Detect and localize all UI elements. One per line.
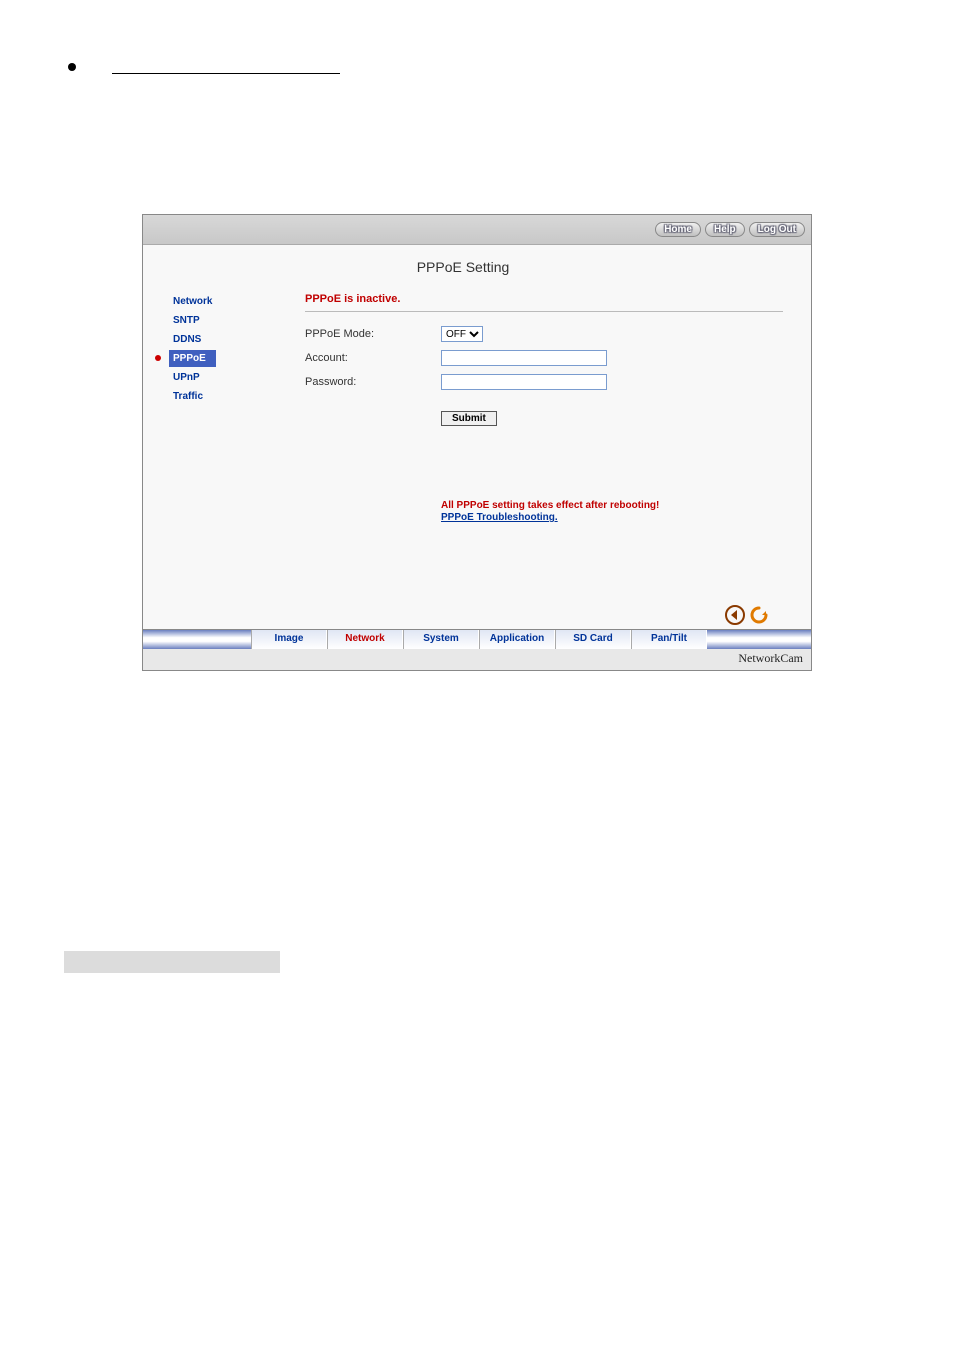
sidebar-item-pppoe[interactable]: PPPoE [169, 350, 216, 367]
password-input[interactable] [441, 374, 607, 390]
home-button[interactable]: Home [655, 222, 701, 237]
reboot-warning: All PPPoE setting takes effect after reb… [441, 500, 783, 511]
sidebar-item-traffic[interactable]: Traffic [169, 388, 305, 405]
refresh-icon[interactable] [749, 605, 769, 625]
submit-button[interactable]: Submit [441, 411, 497, 426]
tab-sdcard[interactable]: SD Card [555, 630, 631, 649]
heading-underline [112, 60, 340, 74]
logout-button[interactable]: Log Out [749, 222, 805, 237]
troubleshooting-link[interactable]: PPPoE Troubleshooting. [441, 512, 558, 523]
doc-bullet-heading [68, 60, 954, 74]
account-input[interactable] [441, 350, 607, 366]
tab-system[interactable]: System [403, 630, 479, 649]
help-button[interactable]: Help [705, 222, 745, 237]
tab-application[interactable]: Application [479, 630, 555, 649]
page-title: PPPoE Setting [143, 259, 783, 275]
sidebar-nav: Network SNTP DDNS PPPoE UPnP Traffic [143, 289, 305, 523]
top-bar: Home Help Log Out [143, 215, 811, 245]
sidebar-item-ddns[interactable]: DDNS [169, 331, 305, 348]
tab-pantilt[interactable]: Pan/Tilt [631, 630, 707, 649]
separator [305, 311, 783, 312]
password-label: Password: [305, 376, 441, 388]
bullet-dot-icon [68, 63, 76, 71]
brand-label: NetworkCam [143, 649, 811, 670]
pppoe-mode-select[interactable]: OFF [441, 326, 483, 342]
back-icon[interactable] [725, 605, 745, 625]
screenshot-window: Home Help Log Out PPPoE Setting Network … [142, 214, 812, 671]
pppoe-mode-label: PPPoE Mode: [305, 328, 441, 340]
sidebar-item-network[interactable]: Network [169, 293, 305, 310]
pppoe-status: PPPoE is inactive. [305, 293, 783, 305]
account-label: Account: [305, 352, 441, 364]
bottom-tab-bar: Image Network System Application SD Card… [143, 629, 811, 649]
sidebar-item-sntp[interactable]: SNTP [169, 312, 305, 329]
gray-placeholder-bar [64, 951, 280, 973]
tab-network[interactable]: Network [327, 630, 403, 649]
tab-image[interactable]: Image [251, 630, 327, 649]
sidebar-item-upnp[interactable]: UPnP [169, 369, 305, 386]
